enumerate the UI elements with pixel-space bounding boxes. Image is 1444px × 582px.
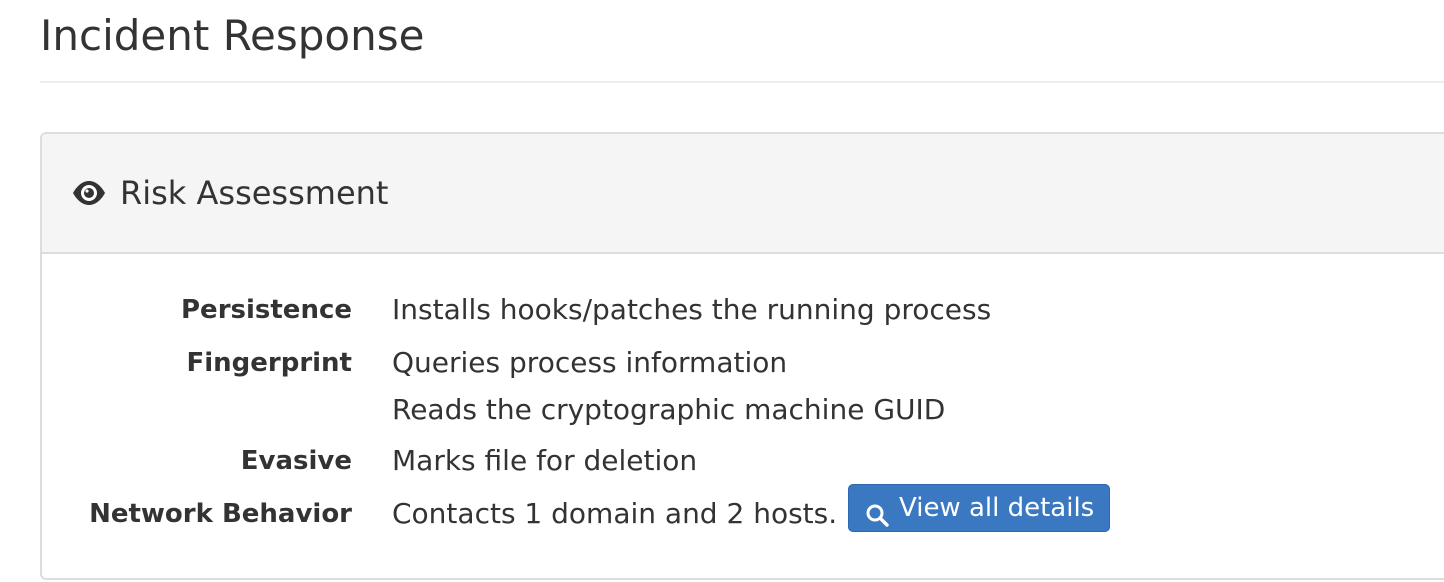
risk-label: Persistence bbox=[181, 295, 352, 325]
risk-assessment-panel: Risk Assessment Persistence Installs hoo… bbox=[40, 132, 1444, 580]
risk-label: Fingerprint bbox=[186, 348, 352, 378]
eye-icon bbox=[72, 180, 106, 206]
risk-row-fingerprint-2: Reads the cryptographic machine GUID bbox=[42, 392, 1444, 428]
risk-row-network-behavior: Network Behavior Contacts 1 domain and 2… bbox=[42, 484, 1444, 532]
risk-row-persistence: Persistence Installs hooks/patches the r… bbox=[42, 292, 1444, 328]
title-divider bbox=[40, 81, 1444, 83]
risk-row-evasive: Evasive Marks file for deletion bbox=[42, 443, 1444, 479]
search-icon bbox=[865, 496, 889, 527]
risk-row-fingerprint: Fingerprint Queries process information bbox=[42, 345, 1444, 381]
risk-value: Contacts 1 domain and 2 hosts. bbox=[392, 497, 838, 530]
risk-value: Marks file for deletion bbox=[392, 444, 698, 477]
page-title: Incident Response bbox=[40, 11, 425, 60]
view-all-details-button[interactable]: View all details bbox=[848, 484, 1110, 532]
risk-label: Network Behavior bbox=[89, 499, 352, 529]
view-all-details-label: View all details bbox=[899, 493, 1095, 523]
risk-value: Installs hooks/patches the running proce… bbox=[392, 293, 992, 326]
risk-label: Evasive bbox=[240, 446, 352, 476]
risk-value: Reads the cryptographic machine GUID bbox=[392, 393, 946, 426]
panel-heading: Risk Assessment bbox=[42, 134, 1444, 254]
panel-heading-text: Risk Assessment bbox=[120, 174, 389, 212]
risk-value: Queries process information bbox=[392, 346, 788, 379]
